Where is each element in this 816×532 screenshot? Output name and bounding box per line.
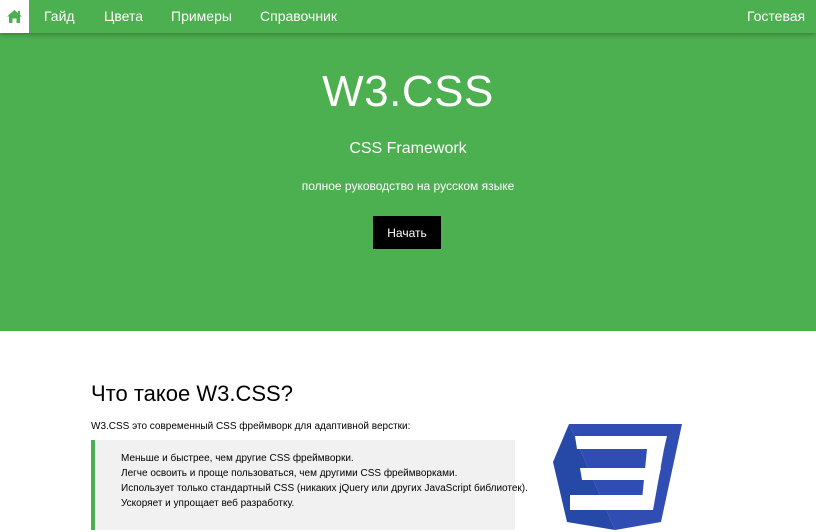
- feature-item: Ускоряет и упрощает веб разработку.: [121, 498, 295, 509]
- top-navbar: Гайд Цвета Примеры Справочник Гостевая: [0, 0, 816, 33]
- nav-item-reference[interactable]: Справочник: [260, 0, 337, 33]
- hero-section: W3.CSS CSS Framework полное руководство …: [0, 33, 816, 331]
- nav-item-examples[interactable]: Примеры: [171, 0, 232, 33]
- hero-tagline: полное руководство на русском языке: [301, 179, 515, 193]
- feature-item: Легче освоить и проще пользоваться, чем …: [121, 468, 458, 479]
- hero-title: W3.CSS: [322, 67, 494, 116]
- features-panel: Меньше и быстрее, чем другие CSS фреймво…: [91, 440, 528, 530]
- hero-subtitle: CSS Framework: [349, 140, 467, 157]
- intro-text: W3.CSS это современный CSS фреймворк для…: [91, 421, 411, 432]
- start-button[interactable]: Начать: [373, 216, 441, 249]
- feature-item: Меньше и быстрее, чем другие CSS фреймво…: [121, 453, 354, 464]
- nav-item-guide[interactable]: Гайд: [44, 0, 75, 33]
- home-button[interactable]: [0, 0, 29, 33]
- nav-item-guestbook[interactable]: Гостевая: [747, 0, 805, 33]
- nav-item-colors[interactable]: Цвета: [104, 0, 143, 33]
- feature-item: Использует только стандартный CSS (никак…: [121, 483, 528, 494]
- home-icon: [7, 10, 22, 23]
- section-heading: Что такое W3.CSS?: [91, 381, 293, 406]
